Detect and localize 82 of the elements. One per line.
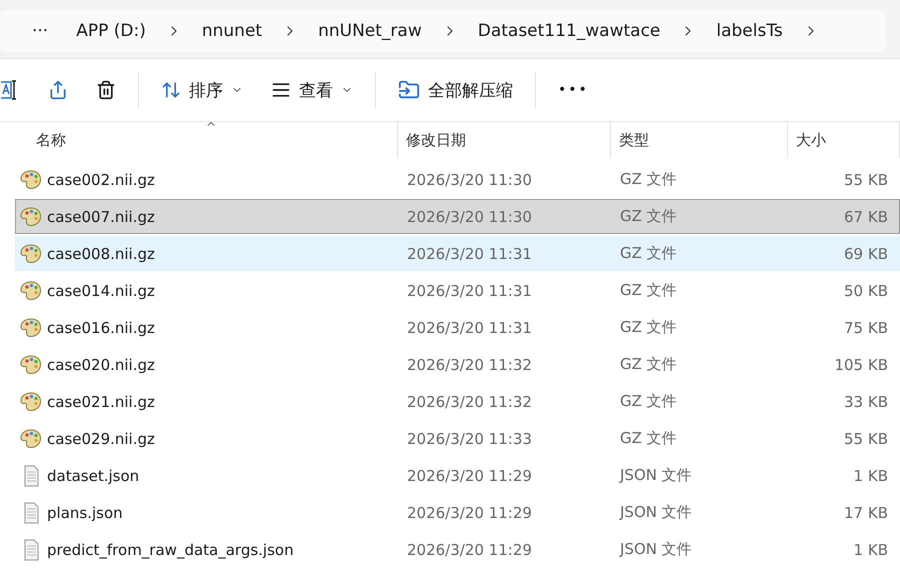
breadcrumb-item[interactable]: nnUNet_raw (304, 21, 436, 41)
file-size: 33 KB (843, 392, 889, 410)
palette-icon (20, 392, 42, 412)
palette-icon (20, 170, 42, 190)
file-row[interactable]: case029.nii.gz 2026/3/20 11:33 GZ 文件 55 KB (15, 421, 900, 456)
palette-icon (20, 354, 42, 374)
file-name: dataset.json (47, 466, 140, 484)
file-size: 55 KB (843, 170, 889, 188)
file-name: case020.nii.gz (47, 356, 155, 374)
file-name: case014.nii.gz (47, 282, 155, 300)
file-row[interactable]: case021.nii.gz 2026/3/20 11:32 GZ 文件 33 KB (15, 384, 900, 419)
file-name: case007.nii.gz (47, 208, 155, 226)
file-size: 1 KB (852, 466, 889, 484)
modified-date: 2026/3/20 11:30 (406, 208, 533, 226)
file-type: GZ 文件 (619, 207, 678, 226)
file-type: JSON 文件 (618, 540, 693, 559)
file-row[interactable]: case020.nii.gz 2026/3/20 11:32 GZ 文件 105 KB (15, 347, 900, 382)
extract-button[interactable]: 全部解压缩 (384, 70, 527, 110)
file-name: case016.nii.gz (47, 318, 155, 336)
breadcrumb-item[interactable]: APP (D:) (62, 21, 160, 41)
file-type: JSON 文件 (618, 503, 693, 522)
column-header[interactable]: 大小 (788, 122, 900, 158)
file-row[interactable]: case008.nii.gz 2026/3/20 11:31 GZ 文件 69 KB (15, 236, 900, 271)
breadcrumb-item[interactable]: labelsTs (702, 21, 797, 41)
modified-date: 2026/3/20 11:32 (406, 356, 533, 374)
file-type: GZ 文件 (619, 355, 678, 374)
modified-date: 2026/3/20 11:31 (406, 318, 533, 336)
delete-icon (96, 80, 116, 100)
file-size: 105 KB (833, 356, 889, 374)
address-bar[interactable]: ··· APP (D:) nnunet nnUNet_raw Dataset111_wawtace labelsTs (0, 10, 886, 52)
file-type: GZ 文件 (619, 281, 678, 300)
modified-date: 2026/3/20 11:33 (406, 430, 533, 448)
palette-icon (20, 428, 42, 448)
file-row[interactable]: case002.nii.gz 2026/3/20 11:30 GZ 文件 55 KB (15, 162, 900, 197)
file-name: case008.nii.gz (47, 244, 155, 262)
file-row[interactable]: case016.nii.gz 2026/3/20 11:31 GZ 文件 75 KB (15, 310, 900, 345)
palette-icon (20, 318, 42, 338)
modified-date: 2026/3/20 11:32 (406, 392, 533, 410)
column-header[interactable]: 类型 (611, 122, 788, 158)
column-header[interactable]: 修改日期 (398, 122, 611, 158)
file-name: predict_from_raw_data_args.json (47, 540, 294, 558)
file-row[interactable]: predict_from_raw_data_args.json 2026/3/20 11:29 JSON 文件 1 KB (15, 532, 900, 567)
breadcrumb-item[interactable]: nnunet (188, 21, 276, 41)
breadcrumb-item[interactable]: Dataset111_wawtace (464, 21, 674, 41)
sort-icon (161, 80, 181, 100)
sort-button[interactable]: 排序 (147, 70, 257, 110)
share-icon (48, 80, 68, 100)
palette-icon (20, 244, 42, 264)
file-size: 17 KB (843, 504, 889, 522)
view-button[interactable]: 查看 (257, 70, 367, 110)
modified-date: 2026/3/20 11:29 (406, 540, 533, 558)
folder-icon (398, 79, 420, 101)
file-row[interactable]: plans.json 2026/3/20 11:29 JSON 文件 17 KB (15, 495, 900, 530)
file-type: GZ 文件 (619, 244, 678, 263)
file-type: GZ 文件 (619, 170, 678, 189)
file-row[interactable]: case007.nii.gz 2026/3/20 11:30 GZ 文件 67 KB (15, 199, 900, 234)
file-name: case021.nii.gz (47, 392, 155, 410)
palette-icon (20, 280, 42, 300)
modified-date: 2026/3/20 11:31 (406, 244, 533, 262)
file-type: GZ 文件 (619, 392, 678, 411)
modified-date: 2026/3/20 11:31 (406, 282, 533, 300)
file-size: 50 KB (843, 282, 889, 300)
modified-date: 2026/3/20 11:29 (406, 466, 533, 484)
file-size: 75 KB (843, 318, 889, 336)
file-size: 69 KB (843, 244, 889, 262)
file-name: case002.nii.gz (47, 170, 155, 188)
more-button[interactable]: ••• (544, 70, 603, 110)
file-name: plans.json (47, 504, 123, 522)
file-type: GZ 文件 (619, 318, 678, 337)
file-size: 67 KB (843, 208, 889, 226)
modified-date: 2026/3/20 11:29 (406, 504, 533, 522)
modified-date: 2026/3/20 11:30 (406, 170, 533, 188)
file-type: GZ 文件 (619, 429, 678, 448)
file-row[interactable]: case014.nii.gz 2026/3/20 11:31 GZ 文件 50 KB (15, 273, 900, 308)
file-name: case029.nii.gz (47, 430, 155, 448)
sort-arrow: ^ (206, 120, 216, 134)
file-size: 1 KB (852, 540, 889, 558)
file-size: 55 KB (843, 430, 889, 448)
palette-icon (20, 206, 42, 226)
more-button[interactable]: ··· (18, 21, 62, 41)
file-row[interactable]: dataset.json 2026/3/20 11:29 JSON 文件 1 KB (15, 458, 900, 493)
file-type: JSON 文件 (618, 466, 693, 485)
